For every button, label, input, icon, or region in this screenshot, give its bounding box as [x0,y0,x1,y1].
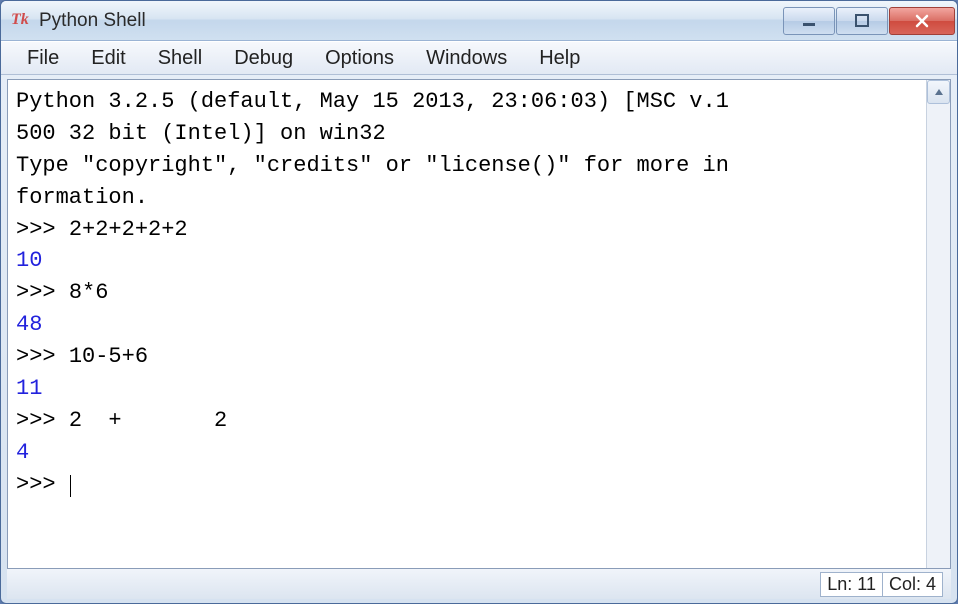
banner-text: Python 3.2.5 (default, May 15 2013, 23:0… [16,89,729,114]
banner-text: formation. [16,185,148,210]
titlebar[interactable]: Tk Python Shell [1,1,957,41]
menu-edit[interactable]: Edit [75,43,141,74]
shell-input-line: >>> 10-5+6 [16,344,148,369]
statusbar: Ln: 11 Col: 4 [7,569,951,599]
shell-output: 10 [16,248,42,273]
menu-debug[interactable]: Debug [218,43,309,74]
text-cursor [70,475,72,497]
maximize-button[interactable] [836,7,888,35]
close-icon [914,14,930,28]
shell-active-prompt: >>> [16,472,71,497]
shell-input-line: >>> 2+2+2+2+2 [16,217,188,242]
tk-icon: Tk [11,11,31,31]
shell-input-line: >>> 8*6 [16,280,108,305]
banner-text: Type "copyright", "credits" or "license(… [16,153,729,178]
menu-help[interactable]: Help [523,43,596,74]
scroll-up-button[interactable] [927,80,950,104]
menu-shell[interactable]: Shell [142,43,218,74]
close-button[interactable] [889,7,955,35]
window-controls [783,7,955,35]
minimize-button[interactable] [783,7,835,35]
window-title: Python Shell [39,10,783,32]
status-col: Col: 4 [882,572,943,597]
banner-text: 500 32 bit (Intel)] on win32 [16,121,386,146]
content-area: Python 3.2.5 (default, May 15 2013, 23:0… [7,79,951,569]
menubar: File Edit Shell Debug Options Windows He… [1,41,957,75]
shell-output: 4 [16,440,29,465]
shell-output: 11 [16,376,42,401]
status-line: Ln: 11 [820,572,883,597]
shell-output: 48 [16,312,42,337]
minimize-icon [802,14,816,28]
shell-input-line: >>> 2 + 2 [16,408,227,433]
menu-file[interactable]: File [11,43,75,74]
shell-editor[interactable]: Python 3.2.5 (default, May 15 2013, 23:0… [8,80,926,568]
menu-options[interactable]: Options [309,43,410,74]
python-shell-window: Tk Python Shell File Edit Shell Debug Op… [0,0,958,604]
menu-windows[interactable]: Windows [410,43,523,74]
vertical-scrollbar[interactable] [926,80,950,568]
maximize-icon [855,14,869,28]
chevron-up-icon [934,88,944,96]
